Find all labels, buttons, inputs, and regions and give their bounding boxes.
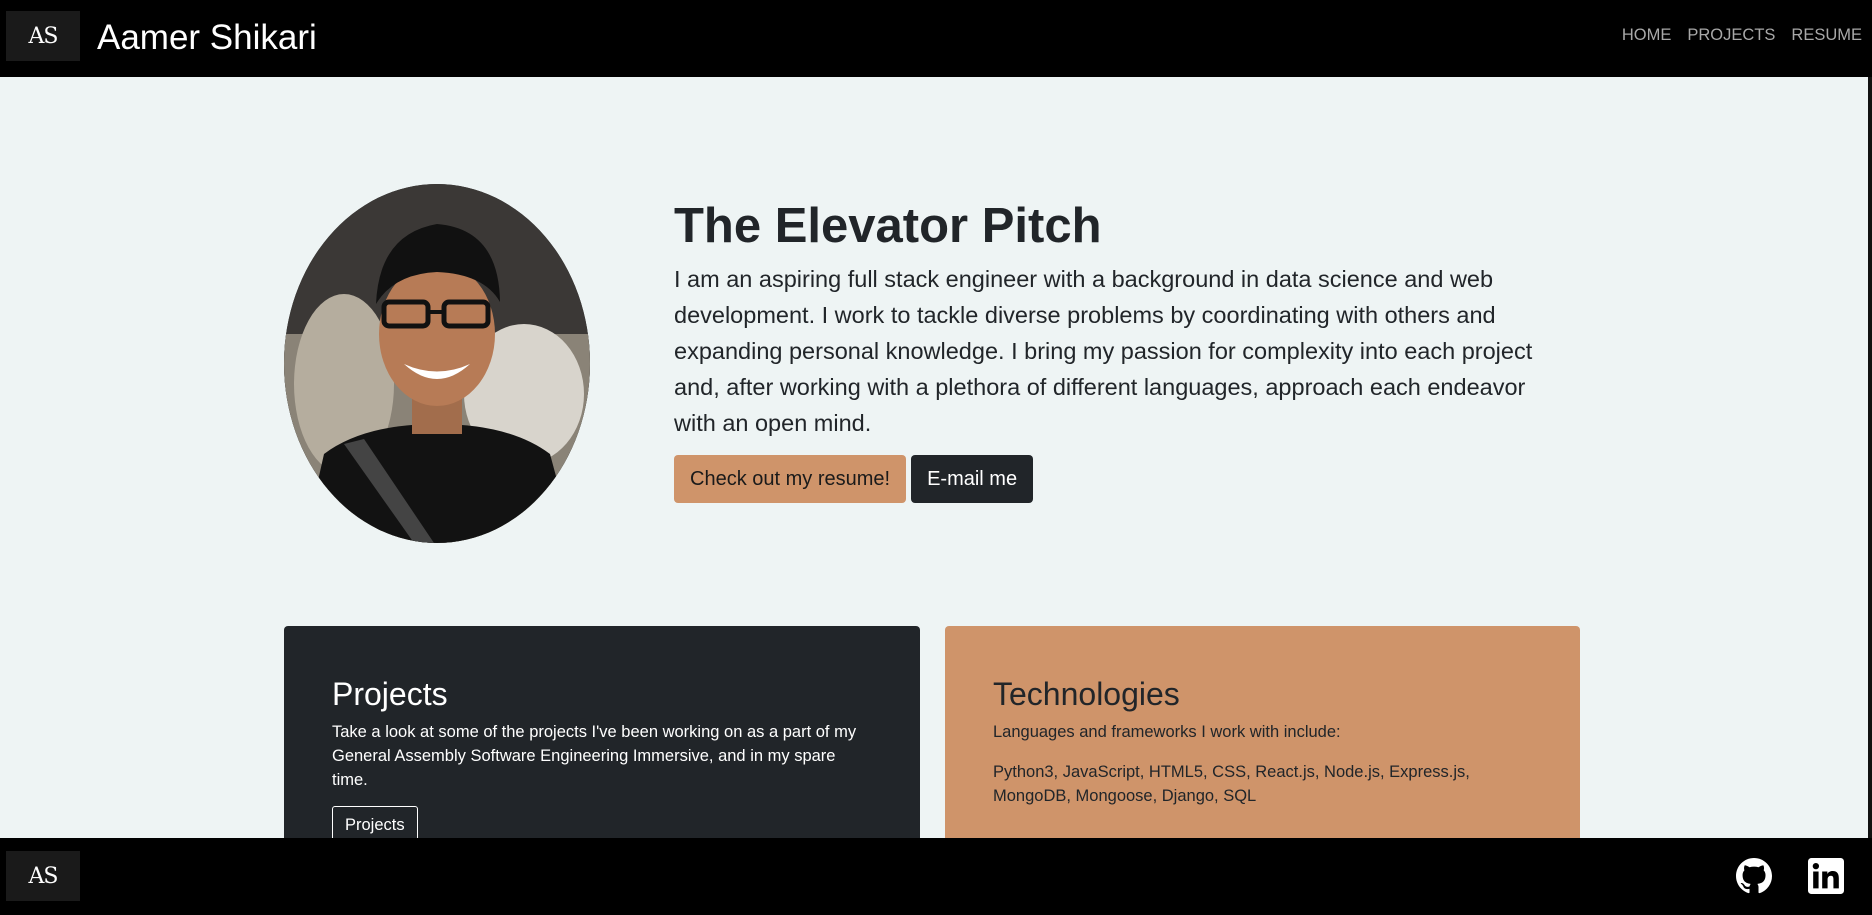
linkedin-icon[interactable] — [1808, 858, 1844, 894]
footer-logo[interactable]: AS — [6, 851, 80, 901]
brand-name[interactable]: Aamer Shikari — [97, 16, 317, 60]
profile-photo — [284, 184, 590, 543]
technologies-intro: Languages and frameworks I work with inc… — [993, 723, 1341, 741]
resume-button[interactable]: Check out my resume! — [674, 455, 907, 503]
top-navbar: AS Aamer Shikari HOME PROJECTS RESUME — [0, 0, 1872, 77]
technologies-card: Technologies Languages and frameworks I … — [945, 626, 1580, 838]
hero-description: I am an aspiring full stack engineer wit… — [674, 266, 1533, 436]
scrollbar-edge — [1868, 77, 1872, 838]
projects-card: Projects Take a look at some of the proj… — [284, 626, 920, 844]
technologies-card-title: Technologies — [993, 676, 1180, 712]
footer-social-links — [1736, 858, 1844, 894]
projects-card-title: Projects — [332, 676, 448, 712]
logo[interactable]: AS — [6, 11, 80, 61]
hero-buttons: Check out my resume! E-mail me — [674, 455, 1534, 503]
nav-link-resume[interactable]: RESUME — [1791, 26, 1862, 45]
nav-link-projects[interactable]: PROJECTS — [1687, 26, 1775, 45]
nav-link-home[interactable]: HOME — [1622, 26, 1672, 45]
projects-card-text: Take a look at some of the projects I've… — [332, 723, 857, 789]
footer: AS — [0, 838, 1872, 915]
hero-section: The Elevator Pitch I am an aspiring full… — [674, 195, 1534, 503]
email-button[interactable]: E-mail me — [911, 455, 1034, 503]
github-icon[interactable] — [1736, 858, 1772, 894]
technologies-list: Python3, JavaScript, HTML5, CSS, React.j… — [993, 763, 1470, 805]
page: AS Aamer Shikari HOME PROJECTS RESUME Th… — [0, 0, 1872, 915]
nav-links: HOME PROJECTS RESUME — [1622, 26, 1862, 45]
hero-title: The Elevator Pitch — [674, 199, 1102, 253]
